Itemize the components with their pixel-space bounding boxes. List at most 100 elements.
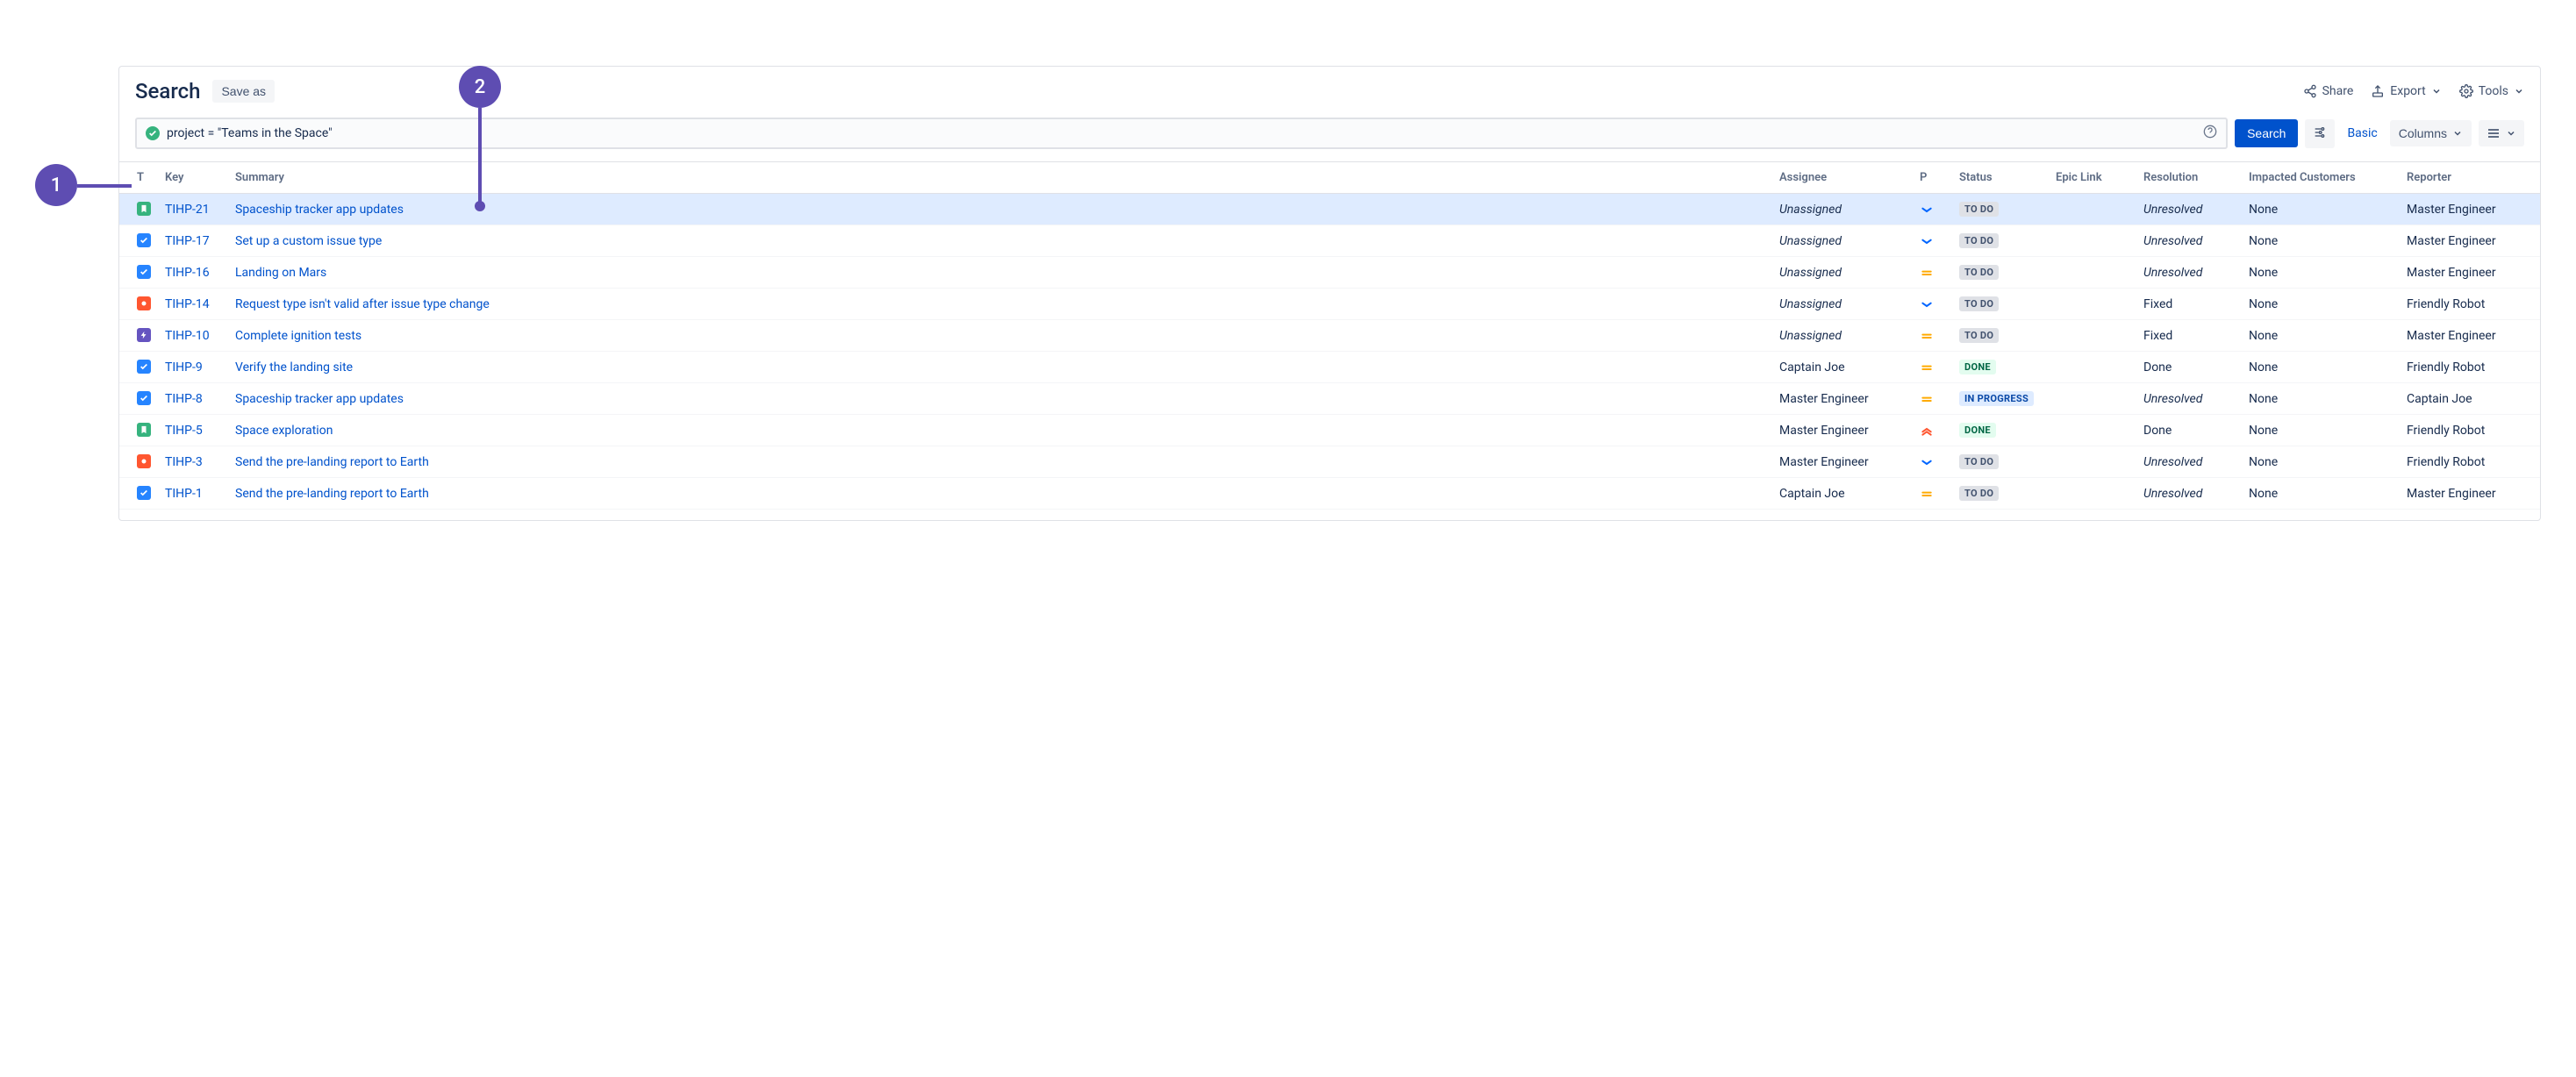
table-row[interactable]: TIHP-17Set up a custom issue typeUnassig…: [119, 225, 2540, 257]
cell-key[interactable]: TIHP-10: [158, 320, 228, 352]
table-row[interactable]: TIHP-5 Space exploration Master Engineer DO…: [119, 415, 2540, 446]
cell-summary[interactable]: Send the pre-landing report to Earth: [228, 478, 1772, 510]
cell-epic: [2049, 257, 2136, 289]
cell-assignee: Captain Joe: [1772, 478, 1913, 510]
col-reporter[interactable]: Reporter: [2400, 162, 2540, 194]
cell-summary[interactable]: Set up a custom issue type: [228, 225, 1772, 257]
task-icon: [137, 391, 151, 405]
story-icon: [137, 202, 151, 216]
cell-summary[interactable]: Space exploration: [228, 415, 1772, 446]
cell-impacted: None: [2242, 352, 2400, 383]
cell-key[interactable]: TIHP-1: [158, 478, 228, 510]
table-row[interactable]: TIHP-1 Send the pre-landing report to Ear…: [119, 478, 2540, 510]
table-row[interactable]: TIHP-14 Request type isn't valid after is…: [119, 289, 2540, 320]
save-as-button[interactable]: Save as: [212, 80, 275, 103]
cell-summary[interactable]: Spaceship tracker app updates: [228, 383, 1772, 415]
col-key[interactable]: Key: [158, 162, 228, 194]
tools-label: Tools: [2479, 84, 2508, 98]
export-icon: [2371, 84, 2385, 98]
cell-priority: [1913, 320, 1952, 352]
cell-impacted: None: [2242, 194, 2400, 225]
issue-key-link[interactable]: TIHP-8: [165, 392, 203, 406]
cell-key[interactable]: TIHP-21: [158, 194, 228, 225]
cell-type: [119, 225, 158, 257]
cell-resolution: Unresolved: [2136, 478, 2242, 510]
issue-key-link[interactable]: TIHP-9: [165, 360, 203, 374]
export-button[interactable]: Export: [2371, 84, 2441, 98]
cell-reporter: Master Engineer: [2400, 257, 2540, 289]
issue-summary-link[interactable]: Verify the landing site: [235, 360, 353, 374]
table-row[interactable]: TIHP-9Verify the landing siteCaptain Joe…: [119, 352, 2540, 383]
view-switcher-button[interactable]: [2479, 120, 2524, 146]
issue-summary-link[interactable]: Send the pre-landing report to Earth: [235, 487, 429, 501]
columns-button[interactable]: Columns: [2390, 120, 2472, 146]
issue-summary-link[interactable]: Complete ignition tests: [235, 329, 361, 343]
help-icon[interactable]: [2203, 125, 2217, 142]
issue-key-link[interactable]: TIHP-5: [165, 424, 203, 438]
jql-input[interactable]: project = "Teams in the Space": [135, 118, 2228, 149]
share-label: Share: [2322, 84, 2354, 98]
issue-key-link[interactable]: TIHP-3: [165, 455, 203, 469]
cell-key[interactable]: TIHP-17: [158, 225, 228, 257]
issue-summary-link[interactable]: Landing on Mars: [235, 266, 326, 280]
cell-assignee: Master Engineer: [1772, 415, 1913, 446]
issue-key-link[interactable]: TIHP-21: [165, 203, 210, 217]
epic-icon: [137, 328, 151, 342]
col-priority[interactable]: P: [1913, 162, 1952, 194]
cell-key[interactable]: TIHP-3: [158, 446, 228, 478]
cell-key[interactable]: TIHP-14: [158, 289, 228, 320]
issue-summary-link[interactable]: Spaceship tracker app updates: [235, 203, 404, 217]
task-icon: [137, 360, 151, 374]
issue-key-link[interactable]: TIHP-10: [165, 329, 210, 343]
tools-button[interactable]: Tools: [2459, 84, 2524, 98]
cell-epic: [2049, 383, 2136, 415]
basic-mode-link[interactable]: Basic: [2347, 126, 2377, 140]
issue-key-link[interactable]: TIHP-14: [165, 297, 210, 311]
issue-key-link[interactable]: TIHP-17: [165, 234, 210, 248]
col-assignee[interactable]: Assignee: [1772, 162, 1913, 194]
issue-key-link[interactable]: TIHP-1: [165, 487, 203, 501]
col-summary[interactable]: Summary: [228, 162, 1772, 194]
cell-summary[interactable]: Spaceship tracker app updates: [228, 194, 1772, 225]
search-button[interactable]: Search: [2235, 119, 2298, 147]
issue-summary-link[interactable]: Set up a custom issue type: [235, 234, 382, 248]
col-impacted-customers[interactable]: Impacted Customers: [2242, 162, 2400, 194]
cell-key[interactable]: TIHP-9: [158, 352, 228, 383]
cell-status: TO DO: [1952, 289, 2049, 320]
cell-summary[interactable]: Landing on Mars: [228, 257, 1772, 289]
cell-impacted: None: [2242, 478, 2400, 510]
table-row[interactable]: TIHP-8Spaceship tracker app updatesMaste…: [119, 383, 2540, 415]
col-resolution[interactable]: Resolution: [2136, 162, 2242, 194]
page-title: Search: [135, 79, 200, 103]
cell-priority: [1913, 352, 1952, 383]
cell-summary[interactable]: Request type isn't valid after issue typ…: [228, 289, 1772, 320]
table-row[interactable]: TIHP-16Landing on MarsUnassignedTO DOUnr…: [119, 257, 2540, 289]
issue-summary-link[interactable]: Space exploration: [235, 424, 333, 438]
issue-summary-link[interactable]: Send the pre-landing report to Earth: [235, 455, 429, 469]
cell-type: [119, 478, 158, 510]
cell-summary[interactable]: Send the pre-landing report to Earth: [228, 446, 1772, 478]
cell-key[interactable]: TIHP-16: [158, 257, 228, 289]
cell-key[interactable]: TIHP-8: [158, 383, 228, 415]
priority-medium-icon: [1920, 266, 1945, 280]
cell-impacted: None: [2242, 415, 2400, 446]
chevron-down-icon: [2452, 128, 2463, 139]
table-row[interactable]: TIHP-3 Send the pre-landing report to Ear…: [119, 446, 2540, 478]
gear-icon: [2459, 84, 2473, 98]
filter-icon: [2313, 125, 2327, 139]
issue-key-link[interactable]: TIHP-16: [165, 266, 210, 280]
cell-key[interactable]: TIHP-5: [158, 415, 228, 446]
jql-toggle-button[interactable]: [2305, 119, 2335, 148]
issue-summary-link[interactable]: Request type isn't valid after issue typ…: [235, 297, 490, 311]
cell-summary[interactable]: Verify the landing site: [228, 352, 1772, 383]
cell-summary[interactable]: Complete ignition tests: [228, 320, 1772, 352]
cell-priority: [1913, 225, 1952, 257]
cell-status: DONE: [1952, 415, 2049, 446]
col-type[interactable]: T: [119, 162, 158, 194]
col-status[interactable]: Status: [1952, 162, 2049, 194]
issue-summary-link[interactable]: Spaceship tracker app updates: [235, 392, 404, 406]
table-row[interactable]: TIHP-10Complete ignition testsUnassigned…: [119, 320, 2540, 352]
cell-reporter: Friendly Robot: [2400, 446, 2540, 478]
col-epic-link[interactable]: Epic Link: [2049, 162, 2136, 194]
share-button[interactable]: Share: [2303, 84, 2354, 98]
